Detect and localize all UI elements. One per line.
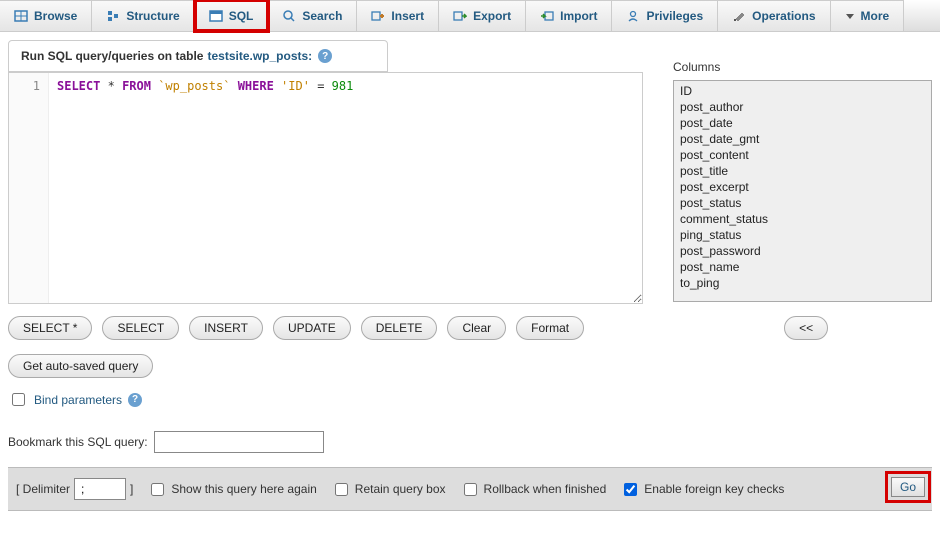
tab-sql-label: SQL <box>229 9 254 23</box>
fk-checkbox[interactable] <box>624 483 637 496</box>
rollback-checkbox[interactable] <box>464 483 477 496</box>
go-button[interactable]: Go <box>891 477 925 497</box>
sql-icon <box>209 9 223 23</box>
insert-icon <box>371 9 385 23</box>
tab-privileges-label: Privileges <box>646 9 703 23</box>
retain-checkbox[interactable] <box>335 483 348 496</box>
structure-icon <box>106 9 120 23</box>
query-template-buttons: SELECT * SELECT INSERT UPDATE DELETE Cle… <box>8 316 584 340</box>
editor-code[interactable]: SELECT * FROM `wp_posts` WHERE 'ID' = 98… <box>49 73 361 303</box>
tab-structure-label: Structure <box>126 9 179 23</box>
tab-export-label: Export <box>473 9 511 23</box>
column-back-button[interactable]: << <box>784 316 828 340</box>
bookmark-input[interactable] <box>154 431 324 453</box>
retain-label: Retain query box <box>355 482 446 496</box>
show-again-label: Show this query here again <box>171 482 316 496</box>
tab-search[interactable]: Search <box>268 0 357 31</box>
column-item[interactable]: post_name <box>678 259 927 275</box>
column-item[interactable]: post_author <box>678 99 927 115</box>
kw-select: SELECT <box>57 79 100 93</box>
column-item[interactable]: ping_status <box>678 227 927 243</box>
privileges-icon <box>626 9 640 23</box>
sql-editor[interactable]: 1 SELECT * FROM `wp_posts` WHERE 'ID' = … <box>8 72 643 304</box>
line-number: 1 <box>33 79 40 93</box>
columns-title: Columns <box>673 60 932 74</box>
show-again-option[interactable]: Show this query here again <box>147 480 316 499</box>
star: * <box>108 79 115 93</box>
tab-structure[interactable]: Structure <box>92 0 194 31</box>
tab-sql[interactable]: SQL <box>195 0 269 31</box>
format-button[interactable]: Format <box>516 316 584 340</box>
column-item[interactable]: post_password <box>678 243 927 259</box>
fk-option[interactable]: Enable foreign key checks <box>620 480 784 499</box>
export-icon <box>453 9 467 23</box>
sql-panel: Run SQL query/queries on table testsite.… <box>8 40 932 511</box>
insert-button[interactable]: INSERT <box>189 316 263 340</box>
tab-import[interactable]: Import <box>526 0 612 31</box>
search-icon <box>282 9 296 23</box>
table-icon <box>14 9 28 23</box>
rollback-option[interactable]: Rollback when finished <box>460 480 607 499</box>
tab-insert[interactable]: Insert <box>357 0 439 31</box>
update-button[interactable]: UPDATE <box>273 316 351 340</box>
kw-where: WHERE <box>238 79 274 93</box>
tab-more-label: More <box>861 9 890 23</box>
eq: = <box>317 79 324 93</box>
column-item[interactable]: post_title <box>678 163 927 179</box>
kw-from: FROM <box>122 79 151 93</box>
delimiter-wrap: [ Delimiter ] <box>16 478 133 500</box>
bookmark-label: Bookmark this SQL query: <box>8 435 148 449</box>
column-item[interactable]: to_ping <box>678 275 927 291</box>
cond-col: 'ID' <box>281 79 310 93</box>
help-icon[interactable]: ? <box>318 49 332 63</box>
top-tabs: Browse Structure SQL Search Insert Expor… <box>0 0 940 32</box>
query-header: Run SQL query/queries on table testsite.… <box>8 40 388 72</box>
tab-operations[interactable]: Operations <box>718 0 830 31</box>
footer-bar: [ Delimiter ] Show this query here again… <box>8 467 932 511</box>
editor-gutter: 1 <box>9 73 49 303</box>
tab-more[interactable]: More <box>831 0 905 31</box>
columns-list[interactable]: IDpost_authorpost_datepost_date_gmtpost_… <box>673 80 932 302</box>
rollback-label: Rollback when finished <box>484 482 607 496</box>
delimiter-label: [ Delimiter <box>16 482 70 496</box>
select-star-button[interactable]: SELECT * <box>8 316 92 340</box>
column-item[interactable]: ID <box>678 83 927 99</box>
bind-params-checkbox[interactable] <box>12 393 25 406</box>
bind-params-label[interactable]: Bind parameters <box>34 393 122 407</box>
delimiter-close: ] <box>130 482 133 496</box>
import-icon <box>540 9 554 23</box>
select-button[interactable]: SELECT <box>102 316 179 340</box>
column-item[interactable]: post_status <box>678 195 927 211</box>
column-item[interactable]: post_date_gmt <box>678 131 927 147</box>
column-item[interactable]: post_date <box>678 115 927 131</box>
fk-label: Enable foreign key checks <box>644 482 784 496</box>
show-again-checkbox[interactable] <box>151 483 164 496</box>
tab-operations-label: Operations <box>752 9 815 23</box>
target-table-link[interactable]: testsite.wp_posts: <box>207 49 312 63</box>
help-icon[interactable]: ? <box>128 393 142 407</box>
retain-option[interactable]: Retain query box <box>331 480 446 499</box>
cond-val: 981 <box>332 79 354 93</box>
column-item[interactable]: comment_status <box>678 211 927 227</box>
tab-search-label: Search <box>302 9 342 23</box>
columns-panel: Columns IDpost_authorpost_datepost_date_… <box>673 60 932 302</box>
tab-insert-label: Insert <box>391 9 424 23</box>
tab-import-label: Import <box>560 9 597 23</box>
table-ident: `wp_posts` <box>158 79 230 93</box>
dropdown-icon <box>845 11 855 21</box>
go-highlight: Go <box>888 474 928 500</box>
autosaved-query-button[interactable]: Get auto-saved query <box>8 354 153 378</box>
tab-browse-label: Browse <box>34 9 77 23</box>
delete-button[interactable]: DELETE <box>361 316 438 340</box>
tab-privileges[interactable]: Privileges <box>612 0 718 31</box>
query-header-prefix: Run SQL query/queries on table <box>21 49 203 63</box>
clear-button[interactable]: Clear <box>447 316 506 340</box>
column-item[interactable]: post_excerpt <box>678 179 927 195</box>
operations-icon <box>732 9 746 23</box>
tab-browse[interactable]: Browse <box>0 0 92 31</box>
tab-export[interactable]: Export <box>439 0 526 31</box>
delimiter-input[interactable] <box>74 478 126 500</box>
column-item[interactable]: post_content <box>678 147 927 163</box>
